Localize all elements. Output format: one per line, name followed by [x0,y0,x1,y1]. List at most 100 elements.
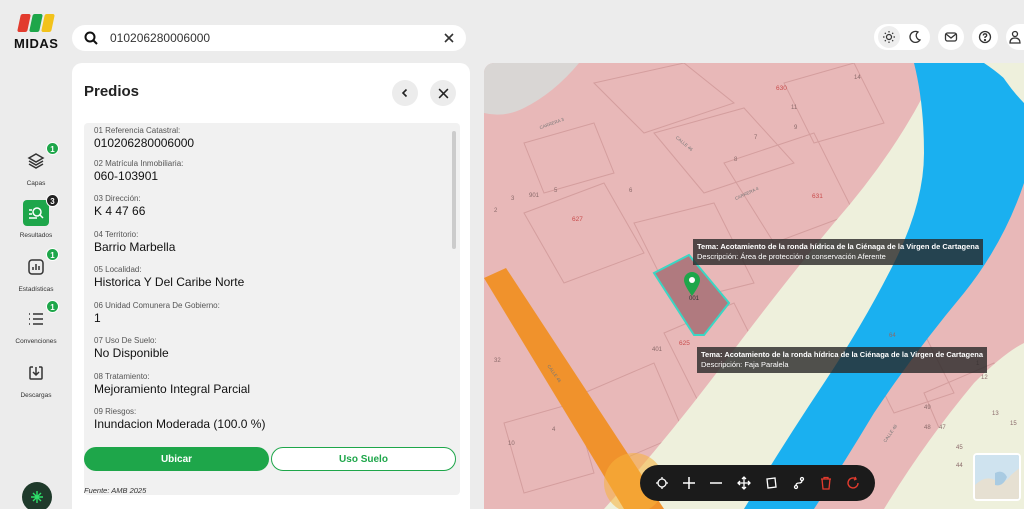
field-label: 03 Dirección: [94,194,141,203]
block-label: 630 [776,85,787,92]
chevron-left-icon [401,88,408,98]
lot-number: 4 [552,427,556,433]
parcel-label: 001 [689,296,700,302]
lot-number: 48 [924,425,931,431]
scrollbar[interactable] [452,131,456,249]
uso-suelo-button[interactable]: Uso Suelo [271,447,456,471]
moon-icon[interactable] [904,26,926,48]
midas-logo[interactable]: MIDAS [14,14,58,51]
lot-number: 2 [494,208,498,214]
rail-item-estadisticas[interactable]: 1 Estadísticas [0,248,72,293]
field-value: K 4 47 66 [94,204,146,218]
lot-number: 12 [981,375,988,381]
lot-number: 13 [992,411,999,417]
list-icon: 1 [23,300,59,332]
lot-number: 44 [956,463,963,469]
source-note: Fuente: AMB 2025 [84,486,147,495]
rail-item-capas[interactable]: 1 Capas [0,142,72,187]
minimap-canvas [975,455,1019,499]
resultados-badge: 3 [46,194,59,207]
field-label: 09 Riesgos: [94,407,137,416]
capas-badge: 1 [46,142,59,155]
rail-item-descargas[interactable]: Descargas [0,360,72,399]
close-icon [438,88,448,98]
search-bar[interactable]: 010206280006000 [72,25,466,51]
field-riesgos: 09 Riesgos: Inundacion Moderada (100.0 %… [84,407,460,443]
lot-number: 64 [889,333,896,339]
zoom-in-icon[interactable] [679,473,699,493]
refresh-icon[interactable] [843,473,863,493]
close-panel-button[interactable] [430,80,456,106]
map-canvas[interactable] [484,63,1024,509]
lot-number: 7 [754,135,758,141]
layers-icon: 1 [23,142,59,174]
user-button[interactable] [1006,24,1024,50]
lot-number: 49 [924,405,931,411]
theme-toggle[interactable] [874,24,930,50]
lot-number: 9 [794,125,798,131]
rail-label: Resultados [19,232,53,239]
field-label: 07 Uso De Suelo: [94,336,157,345]
chart-icon: 1 [23,248,59,280]
rail-item-resultados[interactable]: 3 Resultados [0,194,72,239]
help-icon [978,30,992,44]
logo-text: MIDAS [14,36,59,51]
field-value: Inundacion Moderada (100.0 %) [94,417,266,431]
results-icon: 3 [23,194,59,226]
route-icon[interactable] [789,473,809,493]
polygon-draw-icon[interactable] [761,473,781,493]
field-label: 02 Matrícula Inmobiliaria: [94,158,184,168]
field-value: Mejoramiento Integral Parcial [94,381,251,396]
lot-number: 10 [508,441,515,447]
rail-label: Convenciones [15,338,57,345]
lot-number: 6 [629,188,633,194]
locate-icon[interactable] [652,473,672,493]
field-value: 010206280006000 [94,136,195,150]
mail-button[interactable] [938,24,964,50]
panel-title: Predios [84,83,140,100]
trash-icon[interactable] [816,473,836,493]
search-icon [84,31,98,45]
lot-number: 47 [939,425,946,431]
ubicar-button[interactable]: Ubicar [84,447,269,471]
lot-number: 14 [854,75,861,81]
block-label: 631 [812,193,823,200]
block-label: 627 [572,216,583,223]
rail-item-convenciones[interactable]: 1 Convenciones [0,300,72,345]
clear-search-icon[interactable] [444,33,454,43]
tooltip-desc: Descripción: Área de protección o conser… [697,252,886,262]
field-direccion: 03 Dirección: K 4 47 66 [84,194,460,230]
top-toolbar [874,24,1024,50]
lot-number: 11 [791,105,798,111]
tooltip-title: Tema: Acotamiento de la ronda hídrica de… [701,350,984,359]
logo-mark [14,14,58,34]
map-tooltip-aferente: Tema: Acotamiento de la ronda hídrica de… [693,239,984,266]
map-view[interactable]: 001 630 631 627 625 CARRERA 3 CALLE 46 C… [484,63,1024,509]
field-localidad: 05 Localidad: Historica Y Del Caribe Nor… [84,265,460,301]
help-button[interactable] [972,24,998,50]
field-value: Barrio Marbella [94,239,176,254]
pan-icon[interactable] [734,473,754,493]
convenciones-badge: 1 [46,300,59,313]
location-marker-icon[interactable] [682,271,702,297]
field-label: 01 Referencia Catastral: [94,126,181,135]
lot-number: 8 [734,157,738,163]
rail-label: Descargas [20,392,52,399]
field-label: 08 Tratamiento: [94,371,150,381]
field-value: Historica Y Del Caribe Norte [94,275,245,289]
field-value: No Disponible [94,346,169,360]
field-unidad-comunera: 06 Unidad Comunera De Gobierno: 1 [84,301,460,337]
sun-icon[interactable] [878,26,900,48]
block-label: 625 [679,340,690,347]
rail-label: Estadísticas [18,286,54,293]
field-matricula: 02 Matrícula Inmobiliaria: 060-103901 [84,159,460,195]
minimap[interactable] [973,453,1021,501]
field-label: 05 Localidad: [94,265,142,274]
zoom-out-icon[interactable] [706,473,726,493]
back-button[interactable] [392,80,418,106]
mail-icon [944,32,958,42]
lot-number: 401 [652,347,663,353]
field-uso-suelo: 07 Uso De Suelo: No Disponible [84,336,460,372]
assistant-button[interactable] [22,482,52,509]
search-input[interactable]: 010206280006000 [110,31,444,45]
